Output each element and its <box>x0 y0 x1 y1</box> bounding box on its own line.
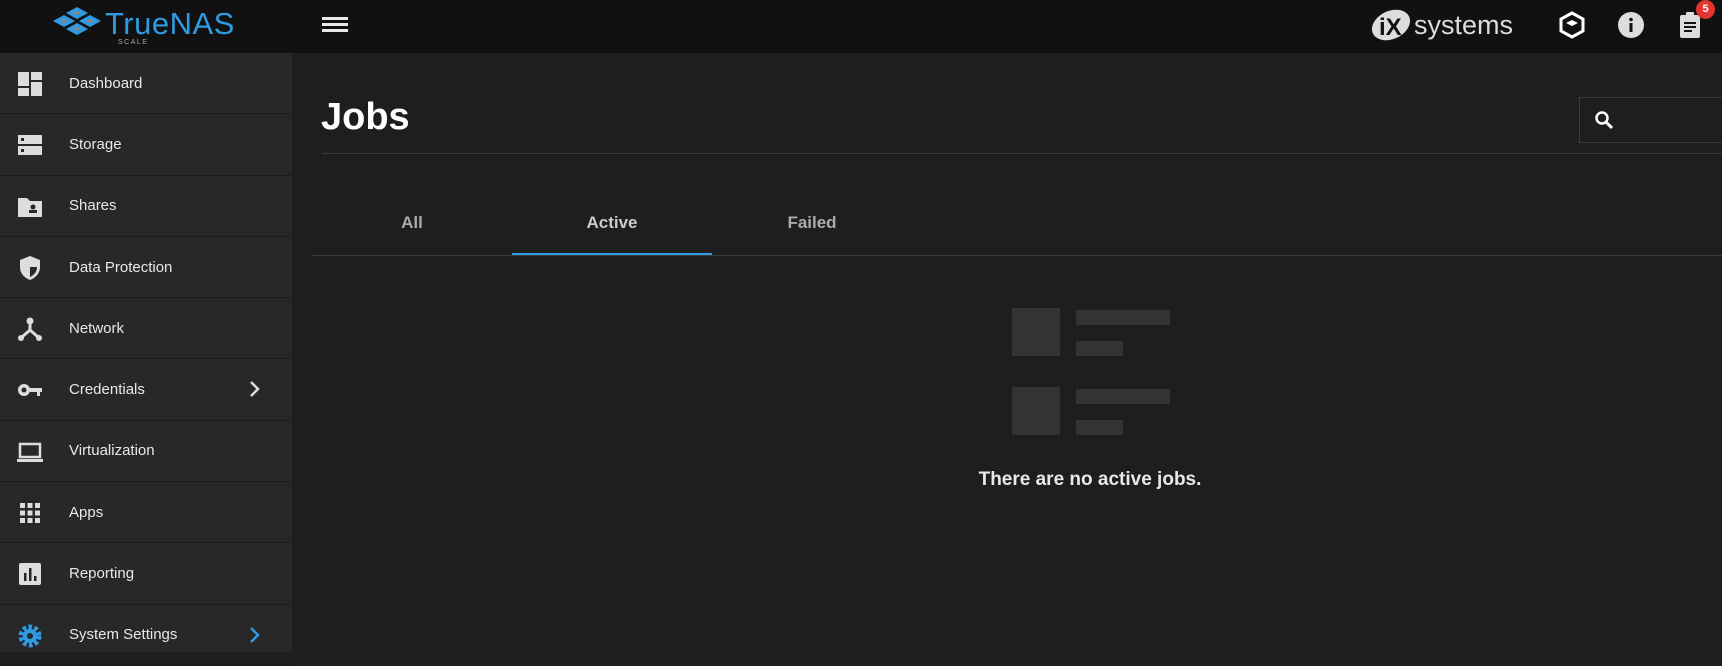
sidebar-item-shares[interactable]: Shares <box>0 176 292 237</box>
ix-logo-icon: iX <box>1371 9 1411 41</box>
tab-failed[interactable]: Failed <box>712 200 912 255</box>
sidebar-item-system-settings[interactable]: System Settings <box>0 605 292 666</box>
sidebar-item-virtualization[interactable]: Virtualization <box>0 421 292 483</box>
tab-bar: All Active Failed <box>312 200 1722 256</box>
vendor-text: systems <box>1414 9 1514 40</box>
divider <box>322 153 1722 154</box>
sidebar-item-reporting[interactable]: Reporting <box>0 543 292 605</box>
notification-badge: 5 <box>1696 0 1715 19</box>
sidebar-item-label: Credentials <box>69 381 145 399</box>
tab-all[interactable]: All <box>312 200 512 255</box>
sidebar-item-apps[interactable]: Apps <box>0 482 292 544</box>
logo-text: TrueNAS <box>105 6 235 41</box>
chart-icon <box>19 563 41 586</box>
sidebar-item-credentials[interactable]: Credentials <box>0 359 292 421</box>
storage-icon <box>18 135 42 156</box>
chevron-right-icon <box>250 626 260 643</box>
chevron-right-icon <box>250 381 260 398</box>
info-icon[interactable] <box>1617 11 1645 39</box>
sidebar-item-label: Shares <box>69 197 117 215</box>
sidebar-item-label: Virtualization <box>69 442 155 460</box>
search-icon <box>1595 111 1614 130</box>
laptop-icon <box>17 442 43 462</box>
svg-text:iX: iX <box>1379 14 1402 41</box>
truenas-logo[interactable]: TrueNAS SCALE <box>50 5 235 46</box>
dashboard-icon <box>18 72 42 96</box>
page-title: Jobs <box>321 96 410 138</box>
sidebar-item-label: Apps <box>69 503 104 521</box>
sidebar-item-label: Data Protection <box>69 258 173 276</box>
key-icon <box>18 384 42 397</box>
tab-active[interactable]: Active <box>512 200 712 255</box>
sidebar-item-label: Reporting <box>69 565 135 583</box>
sidebar-item-data-protection[interactable]: Data Protection <box>0 237 292 299</box>
sidebar-item-label: Network <box>69 319 125 337</box>
menu-toggle-button[interactable] <box>322 14 348 36</box>
truenas-logo-icon <box>53 7 101 35</box>
logo-subtitle: SCALE <box>118 39 149 46</box>
ixsystems-logo[interactable]: iX systems <box>1370 8 1513 42</box>
top-bar: TrueNAS SCALE iX systems 5 <box>0 0 1722 53</box>
shield-icon <box>20 255 40 280</box>
apps-grid-icon <box>20 503 40 524</box>
folder-shared-icon <box>18 197 42 217</box>
sidebar-item-storage[interactable]: Storage <box>0 114 292 176</box>
sidebar-item-label: Dashboard <box>69 74 143 92</box>
sidebar-item-label: Storage <box>69 135 122 153</box>
sidebar-item-dashboard[interactable]: Dashboard <box>0 53 292 115</box>
sidebar-item-label: System Settings <box>69 626 178 644</box>
network-icon <box>18 317 42 342</box>
search-input[interactable] <box>1579 97 1722 143</box>
sidebar: Dashboard Storage Shares Data Protection… <box>0 53 292 666</box>
gear-icon <box>18 624 42 648</box>
sidebar-item-network[interactable]: Network <box>0 298 292 360</box>
truecommand-icon[interactable] <box>1558 11 1586 39</box>
